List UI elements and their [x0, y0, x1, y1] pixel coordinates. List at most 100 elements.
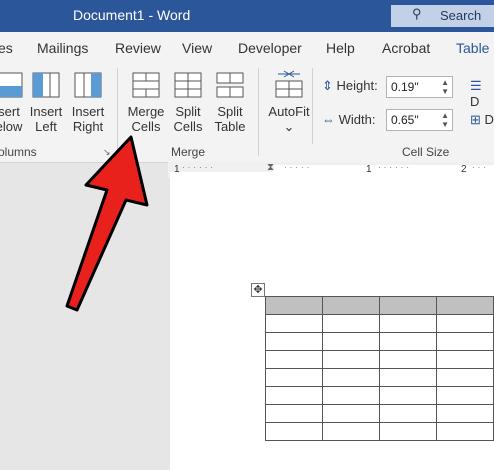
- group-separator: [117, 68, 118, 156]
- insert-below-label-2: elow: [0, 119, 23, 134]
- table-cell[interactable]: [436, 422, 494, 441]
- cell-size-group-label: Cell Size: [402, 145, 450, 159]
- table-cell[interactable]: [379, 350, 437, 369]
- table-cell[interactable]: [436, 314, 494, 333]
- table-cell[interactable]: [322, 422, 380, 441]
- table-cell[interactable]: [379, 368, 437, 387]
- autofit-icon: [275, 70, 303, 98]
- table-cell[interactable]: [436, 386, 494, 405]
- tab-acrobat[interactable]: Acrobat: [382, 40, 430, 56]
- distribute-columns-icon: ⊞: [470, 112, 481, 127]
- table-cell[interactable]: [322, 332, 380, 351]
- autofit-button[interactable]: AutoFit ⌄: [265, 70, 313, 134]
- table-cell[interactable]: [265, 386, 323, 405]
- insert-below-icon: [0, 72, 23, 98]
- table-cell[interactable]: [265, 314, 323, 333]
- tab-references[interactable]: es: [0, 40, 13, 56]
- insert-left-label-2: Left: [35, 119, 57, 134]
- table-cell[interactable]: [379, 386, 437, 405]
- split-cells-label-1: Split: [175, 104, 201, 119]
- tab-help[interactable]: Help: [326, 40, 355, 56]
- merge-group-label: Merge: [171, 145, 206, 159]
- window-title: Document1 - Word: [73, 7, 191, 23]
- merge-cells-label-2: Cells: [131, 119, 161, 134]
- insert-below-button[interactable]: sert elow: [0, 70, 26, 134]
- ruler-ticks: ······: [182, 163, 216, 172]
- height-icon: ⇕: [322, 78, 333, 93]
- tab-mailings[interactable]: Mailings: [37, 40, 88, 56]
- table-cell[interactable]: [379, 422, 437, 441]
- table-cell[interactable]: [436, 404, 494, 423]
- distribute-columns-label: D: [484, 112, 494, 127]
- search-label: Search: [440, 8, 482, 23]
- table-cell[interactable]: [322, 404, 380, 423]
- split-table-label-1: Split: [217, 104, 243, 119]
- ruler-ticks: ······: [378, 163, 412, 172]
- document-table[interactable]: [265, 296, 494, 441]
- table-cell[interactable]: [322, 350, 380, 369]
- table-row: [265, 386, 494, 405]
- table-cell[interactable]: [436, 332, 494, 351]
- table-cell[interactable]: [379, 404, 437, 423]
- table-cell[interactable]: [265, 404, 323, 423]
- table-cell[interactable]: [265, 422, 323, 441]
- table-cell[interactable]: [322, 296, 380, 315]
- table-cell[interactable]: [436, 296, 494, 315]
- table-row: [265, 422, 494, 441]
- search-icon: ⚲: [412, 6, 422, 21]
- insert-below-label-1: sert: [0, 104, 20, 119]
- table-cell[interactable]: [436, 350, 494, 369]
- width-input[interactable]: 0.65" ▲ ▼: [386, 109, 453, 131]
- split-table-label-2: Table: [214, 119, 246, 134]
- height-input[interactable]: 0.19" ▲ ▼: [386, 76, 453, 98]
- merge-cells-label-1: Merge: [127, 104, 165, 119]
- merge-cells-button[interactable]: Merge Cells: [126, 70, 166, 134]
- search-box[interactable]: ⚲ Search: [391, 5, 494, 27]
- tab-view[interactable]: View: [182, 40, 212, 56]
- insert-left-label-1: Insert: [29, 104, 63, 119]
- split-table-button[interactable]: Split Table: [210, 70, 250, 134]
- table-cell[interactable]: [322, 386, 380, 405]
- insert-right-button[interactable]: Insert Right: [70, 70, 106, 134]
- spin-up-icon[interactable]: ▲: [441, 78, 449, 87]
- table-cell[interactable]: [265, 296, 323, 315]
- table-cell[interactable]: [265, 350, 323, 369]
- table-move-handle-icon[interactable]: ✥: [251, 283, 265, 297]
- dialog-launcher-icon[interactable]: ↘: [103, 147, 111, 158]
- tab-developer[interactable]: Developer: [238, 40, 302, 56]
- table-row: [265, 404, 494, 423]
- split-cells-icon: [174, 72, 202, 98]
- distribute-rows-button[interactable]: ☰ D: [470, 78, 494, 109]
- rows-columns-group-label: olumns: [0, 145, 37, 159]
- table-cell[interactable]: [379, 314, 437, 333]
- insert-right-label-2: Right: [72, 119, 104, 134]
- height-label: Height:: [336, 78, 378, 93]
- height-field: ⇕ Height:: [322, 78, 378, 94]
- tab-review[interactable]: Review: [115, 40, 161, 56]
- width-label: Width:: [338, 112, 376, 127]
- autofit-dropdown-icon: ⌄: [283, 119, 295, 134]
- table-cell[interactable]: [379, 296, 437, 315]
- insert-right-icon: [74, 72, 102, 98]
- table-cell[interactable]: [379, 332, 437, 351]
- table-cell[interactable]: [265, 368, 323, 387]
- table-row: [265, 350, 494, 369]
- distribute-columns-button[interactable]: ⊞ D: [470, 112, 494, 128]
- insert-left-button[interactable]: Insert Left: [28, 70, 64, 134]
- spin-up-icon[interactable]: ▲: [441, 111, 449, 120]
- merge-cells-icon: [132, 72, 160, 98]
- tab-table-design[interactable]: Table D: [456, 40, 494, 56]
- spin-down-icon[interactable]: ▼: [441, 87, 449, 96]
- distribute-rows-label: D: [470, 94, 480, 109]
- spin-down-icon[interactable]: ▼: [441, 120, 449, 129]
- table-cell[interactable]: [322, 368, 380, 387]
- group-separator: [312, 68, 313, 144]
- table-cell[interactable]: [322, 314, 380, 333]
- distribute-rows-icon: ☰: [470, 78, 482, 93]
- split-cells-button[interactable]: Split Cells: [168, 70, 208, 134]
- ruler-ticks: ···: [472, 163, 489, 172]
- ribbon-tabs: es Mailings Review View Developer Help A…: [0, 32, 494, 64]
- table-cell[interactable]: [436, 368, 494, 387]
- autofit-label: AutoFit: [268, 104, 310, 119]
- table-cell[interactable]: [265, 332, 323, 351]
